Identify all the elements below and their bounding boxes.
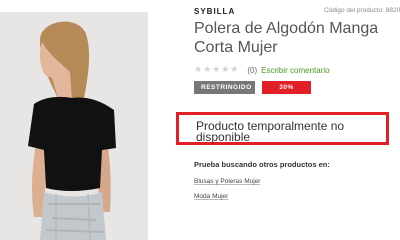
product-code: Código del producto: 88202! bbox=[324, 7, 400, 14]
product-title: Polera de Algodón Manga Corta Mujer bbox=[194, 20, 379, 56]
write-review-link[interactable]: Escribir comentario bbox=[261, 66, 329, 75]
badges-row: RESTRINGIDO 30% DCTO bbox=[194, 81, 311, 104]
suggestion-link-moda[interactable]: Moda Mujer bbox=[194, 193, 228, 200]
suggestion-link-blusas[interactable]: Blusas y Poleras Mujer bbox=[194, 178, 260, 185]
review-count: (0) bbox=[247, 65, 258, 75]
suggestions-heading: Prueba buscando otros productos en: bbox=[194, 160, 330, 169]
availability-text: Producto temporalmente no disponible bbox=[196, 119, 345, 144]
rating-row: ★★★★★ (0) Escribir comentario bbox=[194, 65, 330, 75]
discount-badge: 30% DCTO bbox=[262, 81, 311, 104]
product-image[interactable] bbox=[0, 12, 148, 240]
availability-box: Producto temporalmente no disponible bbox=[176, 112, 389, 145]
star-rating-icon[interactable]: ★★★★★ bbox=[194, 65, 239, 75]
model-illustration bbox=[0, 12, 148, 240]
restricted-badge: RESTRINGIDO bbox=[194, 81, 255, 94]
brand-name[interactable]: SYBILLA bbox=[194, 7, 235, 16]
product-info-panel: SYBILLA Código del producto: 88202! Pole… bbox=[176, 0, 400, 240]
